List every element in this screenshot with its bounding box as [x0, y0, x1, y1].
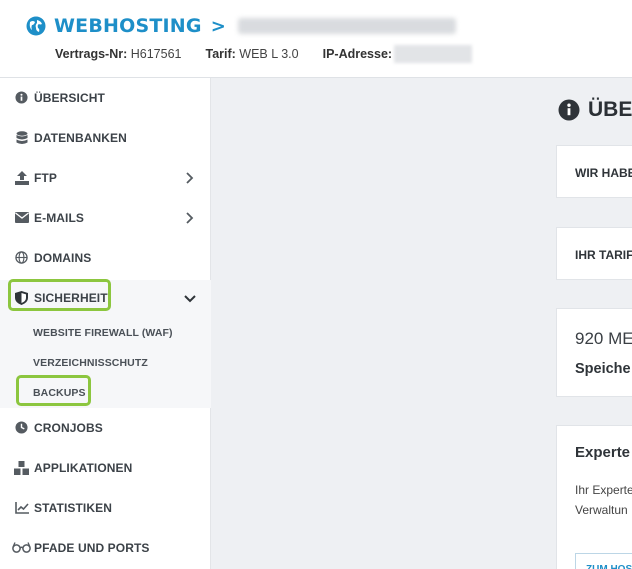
chevron-right-icon	[186, 172, 194, 184]
sidebar-item-overview[interactable]: ÜBERSICHT	[0, 78, 211, 118]
chevron-down-icon	[184, 295, 196, 303]
storage-label: Speiche	[575, 361, 631, 377]
info-card-tariff[interactable]: IHR TARIF	[556, 227, 632, 280]
info-card-notice[interactable]: WIR HABE	[556, 145, 632, 198]
page-title: ÜBER	[558, 98, 632, 122]
contract-value: H617561	[130, 47, 182, 61]
tarif-label: Tarif:	[205, 47, 236, 61]
highlight-backups	[16, 375, 91, 406]
brand-title: WEBHOSTING	[54, 15, 202, 37]
expert-text-line: Verwaltun	[575, 503, 628, 517]
sidebar-item-label: APPLIKATIONEN	[34, 461, 133, 475]
main-content: ÜBER WIR HABE IHR TARIF 920 ME Speiche E…	[212, 78, 632, 569]
sidebar-item-databases[interactable]: DATENBANKEN	[0, 118, 211, 158]
brand[interactable]: WEBHOSTING >	[26, 15, 456, 37]
expert-title: Experte	[575, 444, 631, 461]
clock-icon	[14, 420, 29, 435]
globe-icon	[14, 250, 29, 265]
sidebar-item-label: DOMAINS	[34, 251, 92, 265]
sidebar-item-ftp[interactable]: FTP	[0, 158, 211, 198]
envelope-icon	[14, 210, 29, 225]
sidebar: ÜBERSICHT DATENBANKEN FTP E-MAILS DOMAIN…	[0, 78, 211, 569]
globe-logo-icon	[26, 16, 46, 36]
submenu-item-directory-protection[interactable]: VERZEICHNISSCHUTZ	[33, 357, 148, 369]
expert-card: Experte Ihr Experte Verwaltun ZUM HOS	[556, 425, 632, 569]
card-title: IHR TARIF	[575, 248, 632, 262]
sidebar-item-label: ÜBERSICHT	[34, 91, 105, 105]
sidebar-item-domains[interactable]: DOMAINS	[0, 238, 211, 278]
sidebar-item-applications[interactable]: APPLIKATIONEN	[0, 448, 211, 488]
tarif-value: WEB L 3.0	[239, 47, 299, 61]
sidebar-item-label: DATENBANKEN	[34, 131, 127, 145]
ip-redacted	[394, 45, 473, 63]
info-icon	[14, 90, 29, 105]
sidebar-item-label: PFADE UND PORTS	[34, 541, 150, 555]
breadcrumb-chevron-icon: >	[210, 15, 226, 37]
highlight-security	[8, 279, 111, 311]
database-icon	[14, 130, 29, 145]
chevron-right-icon	[186, 212, 194, 224]
glasses-icon	[12, 540, 31, 555]
upload-icon	[14, 170, 29, 185]
app-header: WEBHOSTING > Vertrags-Nr: H617561 Tarif:…	[0, 0, 632, 78]
page-title-text: ÜBER	[588, 98, 632, 121]
chart-line-icon	[14, 500, 29, 515]
sidebar-item-label: FTP	[34, 171, 57, 185]
sidebar-item-label: E-MAILS	[34, 211, 85, 225]
to-hosting-button[interactable]: ZUM HOS	[575, 553, 632, 569]
expert-text-line: Ihr Experte	[575, 483, 632, 497]
sidebar-item-cronjobs[interactable]: CRONJOBS	[0, 408, 211, 448]
contract-label: Vertrags-Nr:	[55, 47, 128, 61]
storage-card: 920 ME Speiche	[556, 308, 632, 397]
sidebar-item-emails[interactable]: E-MAILS	[0, 198, 211, 238]
sidebar-item-label: CRONJOBS	[34, 421, 103, 435]
card-title: WIR HABE	[575, 166, 632, 180]
storage-value: 920 ME	[575, 329, 632, 348]
sidebar-item-statistics[interactable]: STATISTIKEN	[0, 488, 211, 528]
hostname-redacted	[237, 18, 456, 34]
sidebar-item-paths-ports[interactable]: PFADE UND PORTS	[0, 528, 211, 568]
ip-label: IP-Adresse:	[322, 47, 393, 61]
sidebar-item-label: STATISTIKEN	[34, 501, 112, 515]
submenu-item-waf[interactable]: WEBSITE FIREWALL (WAF)	[33, 327, 173, 339]
contract-meta: Vertrags-Nr: H617561 Tarif: WEB L 3.0 IP…	[55, 45, 473, 63]
cubes-icon	[14, 460, 29, 475]
info-icon	[558, 99, 580, 121]
